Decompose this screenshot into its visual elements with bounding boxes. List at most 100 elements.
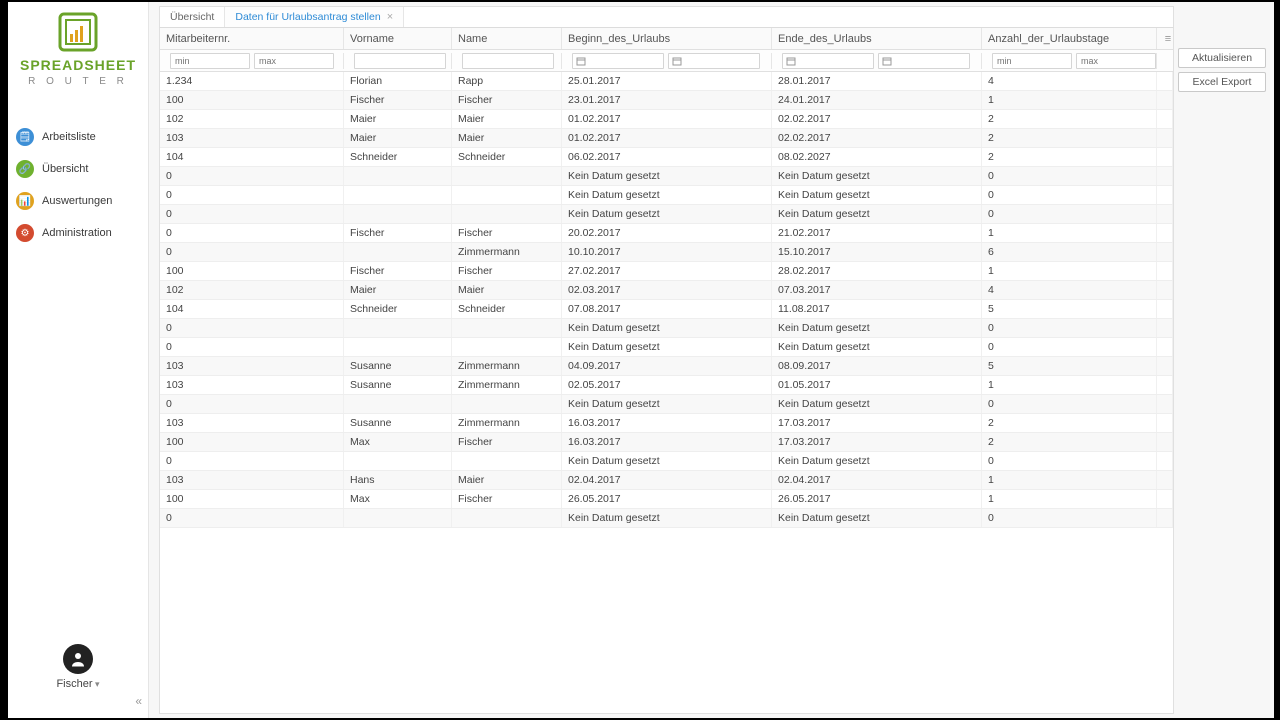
close-icon[interactable]: × [387,11,393,23]
filter-begin-to[interactable] [668,53,760,69]
column-header-begin[interactable]: Beginn_des_Urlaubs [562,28,772,49]
cell-name [452,205,562,223]
table-row[interactable]: 103HansMaier02.04.201702.04.20171 [160,471,1173,490]
table-row[interactable]: 104SchneiderSchneider07.08.201711.08.201… [160,300,1173,319]
cell-name [452,338,562,356]
cell-days: 2 [982,433,1157,451]
column-header-name[interactable]: Name [452,28,562,49]
cell-begin: 25.01.2017 [562,72,772,90]
table-row[interactable]: 102MaierMaier02.03.201707.03.20174 [160,281,1173,300]
cell-end: 11.08.2017 [772,300,982,318]
cell-spacer [1157,490,1173,508]
table-row[interactable]: 0Kein Datum gesetztKein Datum gesetzt0 [160,205,1173,224]
cell-begin: Kein Datum gesetzt [562,452,772,470]
brand-logo: SPREADSHEET R O U T E R [8,2,148,103]
grid-filter-row [160,50,1173,72]
cell-spacer [1157,509,1173,527]
cell-nr: 103 [160,376,344,394]
cell-days: 6 [982,243,1157,261]
table-row[interactable]: 103SusanneZimmermann04.09.201708.09.2017… [160,357,1173,376]
filter-days-min[interactable] [992,53,1072,69]
table-row[interactable]: 0Kein Datum gesetztKein Datum gesetzt0 [160,452,1173,471]
nav: 🗒Arbeitsliste🔗Übersicht📊Auswertungen⚙Adm… [8,121,148,249]
sidebar-item-übersicht[interactable]: 🔗Übersicht [8,153,148,185]
column-header-nr[interactable]: Mitarbeiternr. [160,28,344,49]
filter-begin-from[interactable] [572,53,664,69]
cell-vor: Schneider [344,148,452,166]
table-row[interactable]: 0Kein Datum gesetztKein Datum gesetzt0 [160,395,1173,414]
cell-spacer [1157,319,1173,337]
cell-end: 15.10.2017 [772,243,982,261]
filter-days-max[interactable] [1076,53,1156,69]
sidebar-item-administration[interactable]: ⚙Administration [8,217,148,249]
cell-vor: Maier [344,281,452,299]
table-row[interactable]: 103MaierMaier01.02.201702.02.20172 [160,129,1173,148]
filter-vor[interactable] [354,53,446,69]
table-row[interactable]: 100MaxFischer16.03.201717.03.20172 [160,433,1173,452]
cell-nr: 0 [160,338,344,356]
sidebar-item-auswertungen[interactable]: 📊Auswertungen [8,185,148,217]
table-row[interactable]: 0Kein Datum gesetztKein Datum gesetzt0 [160,319,1173,338]
cell-end: 08.09.2017 [772,357,982,375]
table-row[interactable]: 0Kein Datum gesetztKein Datum gesetzt0 [160,338,1173,357]
cell-nr: 104 [160,148,344,166]
filter-end-from[interactable] [782,53,874,69]
column-header-end[interactable]: Ende_des_Urlaubs [772,28,982,49]
cell-days: 2 [982,148,1157,166]
column-header-vor[interactable]: Vorname [344,28,452,49]
cell-begin: 16.03.2017 [562,433,772,451]
cell-name: Maier [452,129,562,147]
cell-vor: Fischer [344,262,452,280]
excel-export-button[interactable]: Excel Export [1178,72,1266,92]
column-menu-icon[interactable]: ≡ [1157,28,1173,49]
table-row[interactable]: 0Kein Datum gesetztKein Datum gesetzt0 [160,167,1173,186]
table-row[interactable]: 103SusanneZimmermann02.05.201701.05.2017… [160,376,1173,395]
column-header-days[interactable]: Anzahl_der_Urlaubstage [982,28,1157,49]
table-row[interactable]: 104SchneiderSchneider06.02.201708.02.202… [160,148,1173,167]
table-row[interactable]: 0Kein Datum gesetztKein Datum gesetzt0 [160,186,1173,205]
filter-cell-vor [344,53,452,69]
collapse-sidebar-icon[interactable]: « [129,690,148,712]
content: ÜbersichtDaten für Urlaubsantrag stellen… [149,2,1178,718]
cell-end: 17.03.2017 [772,414,982,432]
cell-begin: 02.05.2017 [562,376,772,394]
table-row[interactable]: 0Kein Datum gesetztKein Datum gesetzt0 [160,509,1173,528]
avatar-icon[interactable] [63,644,93,674]
cell-end: 07.03.2017 [772,281,982,299]
cell-name: Fischer [452,262,562,280]
cell-spacer [1157,72,1173,90]
table-row[interactable]: 0Zimmermann10.10.201715.10.20176 [160,243,1173,262]
cell-name: Fischer [452,433,562,451]
table-row[interactable]: 100MaxFischer26.05.201726.05.20171 [160,490,1173,509]
table-row[interactable]: 100FischerFischer27.02.201728.02.20171 [160,262,1173,281]
cell-nr: 102 [160,110,344,128]
cell-nr: 0 [160,243,344,261]
cell-end: 28.01.2017 [772,72,982,90]
cell-days: 0 [982,452,1157,470]
filter-cell-begin [562,53,772,69]
cell-vor: Max [344,433,452,451]
cell-vor [344,452,452,470]
grid-body: 1.234FlorianRapp25.01.201728.01.20174100… [160,72,1173,528]
refresh-button[interactable]: Aktualisieren [1178,48,1266,68]
user-menu[interactable]: Fischer [56,678,99,690]
filter-end-to[interactable] [878,53,970,69]
cell-days: 5 [982,357,1157,375]
tab-daten-für-urlaubsantrag-stellen[interactable]: Daten für Urlaubsantrag stellen× [225,7,404,27]
cell-end: 02.04.2017 [772,471,982,489]
cell-days: 4 [982,72,1157,90]
table-row[interactable]: 1.234FlorianRapp25.01.201728.01.20174 [160,72,1173,91]
filter-nr-min[interactable] [170,53,250,69]
filter-name[interactable] [462,53,554,69]
cell-begin: 16.03.2017 [562,414,772,432]
filter-nr-max[interactable] [254,53,334,69]
cell-name: Schneider [452,300,562,318]
table-row[interactable]: 103SusanneZimmermann16.03.201717.03.2017… [160,414,1173,433]
table-row[interactable]: 102MaierMaier01.02.201702.02.20172 [160,110,1173,129]
tab-übersicht[interactable]: Übersicht [160,7,225,27]
sidebar-item-arbeitsliste[interactable]: 🗒Arbeitsliste [8,121,148,153]
table-row[interactable]: 0FischerFischer20.02.201721.02.20171 [160,224,1173,243]
cell-spacer [1157,148,1173,166]
table-row[interactable]: 100FischerFischer23.01.201724.01.20171 [160,91,1173,110]
cell-end: Kein Datum gesetzt [772,167,982,185]
